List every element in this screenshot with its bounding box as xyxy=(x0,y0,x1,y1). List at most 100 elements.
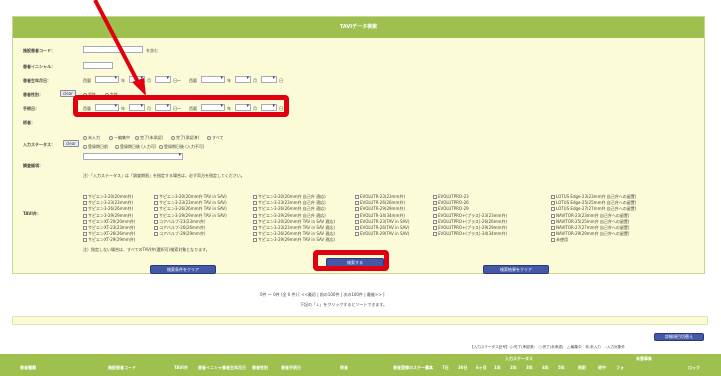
birth-to-era: 西暦 xyxy=(189,78,197,83)
header-column[interactable]: 6ヶ月 xyxy=(476,365,487,371)
checkbox-icon xyxy=(83,226,87,231)
status-option-after-deadline-locked[interactable]: 登録期日後 (入力不可) xyxy=(159,144,204,150)
checkbox-icon xyxy=(433,219,437,224)
results-table-header: 入力ステータス 有害事象 患者種類 施設患者コード TAVI弁 患者イニシャル 患者生年… xyxy=(0,354,721,376)
tavi-list-col1: サピエン3-20(20mm弁) サピエン3-23(23mm弁) サピエン3-26(2… xyxy=(83,194,135,244)
patient-initial-input[interactable] xyxy=(83,62,113,69)
tavi-list-col6: LOTUS Edge-23(23mm弁 自己弁への留置) LOTUS Edge-2… xyxy=(551,194,636,244)
birth-from-day-select[interactable] xyxy=(155,75,171,83)
header-column[interactable]: 患者種類 xyxy=(20,365,36,371)
input-status-label: 入力ステータス： xyxy=(23,142,55,147)
patient-initial-label: 患者イニシャル： xyxy=(23,64,55,69)
checkbox-icon xyxy=(154,195,158,199)
checkbox-icon xyxy=(355,219,359,224)
header-column[interactable]: 患者性別 xyxy=(252,365,268,371)
checkbox-icon xyxy=(551,195,555,199)
header-column[interactable]: 術前 xyxy=(578,365,586,371)
checkbox-icon xyxy=(355,207,359,212)
birth-to-month-select[interactable] xyxy=(235,75,251,83)
status-legend: 【入力ステータス記号】◎:完了(承認済) ○:完了(未承認) △:編集中 未:未… xyxy=(470,345,625,349)
header-column[interactable]: 2年 xyxy=(510,365,517,371)
clear-conditions-button[interactable]: 検索条件をクリア xyxy=(150,265,216,274)
tavi-option[interactable]: 未使用 xyxy=(551,237,636,243)
toggle-detail-button[interactable]: 詳細項目切替え xyxy=(654,333,704,341)
header-column[interactable]: 患者手術日 xyxy=(281,365,301,371)
status-option-editing[interactable]: 一編集中 xyxy=(109,135,130,141)
header-column[interactable]: フォ xyxy=(616,365,624,371)
checkbox-icon xyxy=(433,213,437,218)
header-column[interactable]: 基本 xyxy=(425,365,433,371)
checkbox-icon xyxy=(83,213,87,218)
header-column[interactable]: 30日 xyxy=(458,365,468,371)
survey-items-select[interactable] xyxy=(83,152,183,160)
header-column[interactable]: 3年 xyxy=(526,365,533,371)
checkbox-icon xyxy=(154,226,158,231)
header-column[interactable]: 術者 xyxy=(340,365,348,371)
birth-to-month-label: 月 xyxy=(253,78,257,83)
surgery-date-label: 手術日： xyxy=(23,106,39,111)
status-option-complete-unapproved[interactable]: 完了(未承認) xyxy=(135,135,163,141)
header-column[interactable]: 5年 xyxy=(558,365,565,371)
checkbox-icon xyxy=(355,195,359,199)
header-column[interactable]: 4年 xyxy=(542,365,549,371)
status-option-before-deadline[interactable]: 登録期日前 xyxy=(83,144,108,150)
header-column[interactable]: 施設患者コード xyxy=(108,365,136,371)
checkbox-icon xyxy=(433,195,437,199)
header-column[interactable]: ロック xyxy=(688,365,700,371)
facility-code-label: 施設患者コード： xyxy=(23,48,55,53)
checkbox-icon xyxy=(83,207,87,212)
checkbox-icon xyxy=(154,213,158,218)
birth-from-year-select[interactable] xyxy=(95,75,119,83)
header-column[interactable]: 術中 xyxy=(598,365,606,371)
checkbox-icon xyxy=(551,207,555,212)
status-option-uninput[interactable]: 未入力 xyxy=(83,135,100,141)
checkbox-icon xyxy=(551,226,555,231)
checkbox-icon xyxy=(253,213,257,218)
radio-icon xyxy=(135,136,139,140)
checkbox-icon xyxy=(83,219,87,224)
tavi-option[interactable]: EVOLUTPRO+(プラス)-34(34mm弁) xyxy=(433,231,507,237)
checkbox-icon xyxy=(83,238,87,243)
tavi-list-col4: EVOLUTR-23(23mm弁) EVOLUTR-26(26mm弁) EVOLUT… xyxy=(355,194,409,237)
facility-code-input[interactable] xyxy=(83,46,143,53)
birth-from-era: 西暦 xyxy=(83,78,91,83)
radio-icon xyxy=(83,136,87,140)
radio-icon xyxy=(159,145,163,149)
checkbox-icon xyxy=(83,201,87,206)
checkbox-icon xyxy=(154,232,158,237)
header-column[interactable]: 患者生年月日 xyxy=(222,365,246,371)
radio-icon xyxy=(109,136,113,140)
tavi-option[interactable]: EVOLUTR-29(TAV in SAV) xyxy=(355,231,409,237)
birth-month-label: 月 xyxy=(147,78,151,83)
tavi-option[interactable]: サピエン3-29(29mm弁 TAV in SAV 適応) xyxy=(253,237,335,243)
header-column[interactable]: 7日 xyxy=(442,365,449,371)
status-option-complete-approved[interactable]: 完了(承認済) xyxy=(171,135,199,141)
header-column[interactable]: TAVI弁 xyxy=(174,365,188,371)
pagination-hint: 下記の「↓」をクリックするとソートできます。 xyxy=(300,302,387,307)
header-column[interactable]: 1年 xyxy=(494,365,501,371)
tavi-option[interactable]: コアバルブ-29(29mm弁) xyxy=(154,231,227,237)
status-option-all[interactable]: すべて xyxy=(207,135,224,141)
tavi-option[interactable]: サピエンXT-29(29mm弁) xyxy=(83,237,135,243)
checkbox-icon xyxy=(253,238,257,243)
birth-to-day-select[interactable] xyxy=(261,75,277,83)
search-panel: TAVIデータ検索 施設患者コード： を含む 患者イニシャル： 患者生年月日： … xyxy=(12,16,705,274)
tavi-list-col5: EVOLUTPRO-23 EVOLUTPRO-26 EVOLUTPRO-29 EVOL… xyxy=(433,194,507,237)
search-button-highlight xyxy=(313,250,389,271)
survey-note: 注）「入力ステータス」は「調査期限」を指定する場合は、必ず両方を指定してください… xyxy=(83,173,245,178)
clear-results-button[interactable]: 検索結果をクリア xyxy=(483,265,549,274)
status-option-after-deadline-editable[interactable]: 登録期日後 (入力可) xyxy=(115,144,156,150)
checkbox-icon xyxy=(154,219,158,224)
birth-day-sep: 日～ xyxy=(173,78,181,83)
checkbox-icon xyxy=(355,201,359,206)
facility-code-suffix: を含む xyxy=(146,48,158,53)
panel-title: TAVIデータ検索 xyxy=(13,17,704,38)
birth-from-month-select[interactable] xyxy=(129,75,145,83)
status-clear-button[interactable]: clear xyxy=(63,140,79,147)
checkbox-icon xyxy=(253,195,257,199)
checkbox-icon xyxy=(551,232,555,237)
checkbox-icon xyxy=(433,226,437,231)
birth-to-year-select[interactable] xyxy=(201,75,225,83)
radio-icon xyxy=(115,145,119,149)
header-group-input-status: 入力ステータス xyxy=(505,356,533,361)
